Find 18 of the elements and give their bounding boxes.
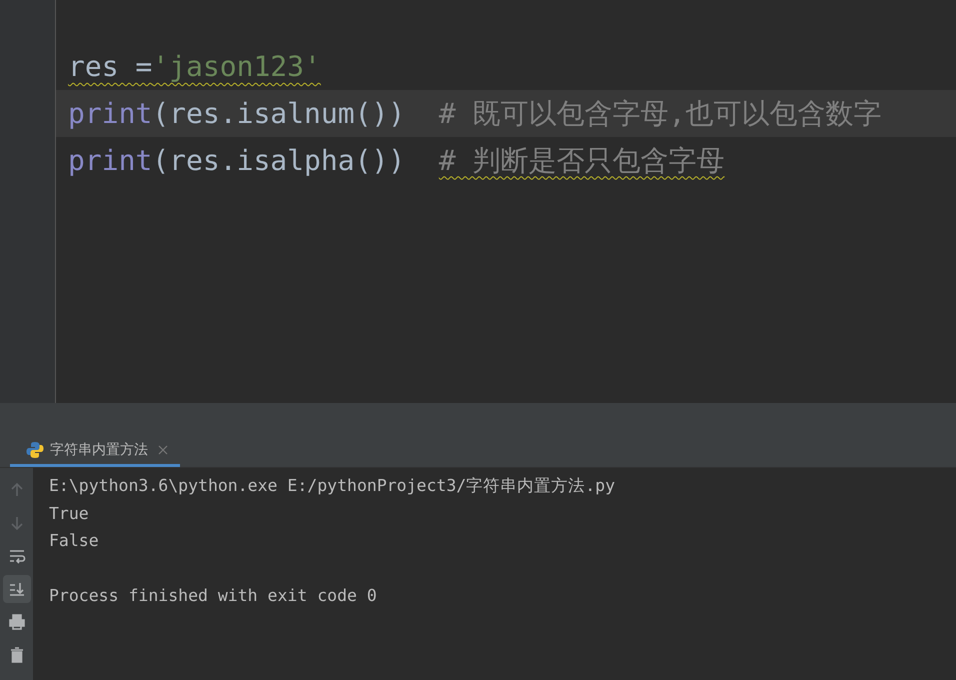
close-icon[interactable] (158, 444, 168, 454)
code-token: print (68, 144, 152, 177)
code-token: res = (68, 50, 152, 83)
code-token: # 既可以包含字母,也可以包含数字 (438, 96, 882, 132)
code-token: (res.isalpha()) (152, 144, 406, 177)
code-token: # 判断是否只包含字母 (438, 142, 725, 178)
console-output-line: False (49, 530, 100, 552)
console-output-line: True (49, 502, 90, 524)
code-token: 'jason123' (152, 50, 321, 83)
exit-status-line: Process finished with exit code 0 (49, 585, 378, 607)
soft-wrap-icon (8, 547, 26, 565)
code-token: (res.isalnum()) (152, 97, 406, 130)
printer-icon (8, 613, 26, 631)
code-token: print (68, 97, 152, 130)
scroll-to-end-icon (8, 580, 26, 598)
console-output-line: E:\python3.6\python.exe E:/pythonProject3/字符串内置方法.py (49, 475, 616, 497)
python-logo-icon (26, 440, 44, 458)
code-editor[interactable]: res ='jason123' print(res.isalnum()) # 既可以包含字母,也可以包含数字 print(res.isalpha()) # 判断是否只包含字母 (0, 0, 956, 403)
